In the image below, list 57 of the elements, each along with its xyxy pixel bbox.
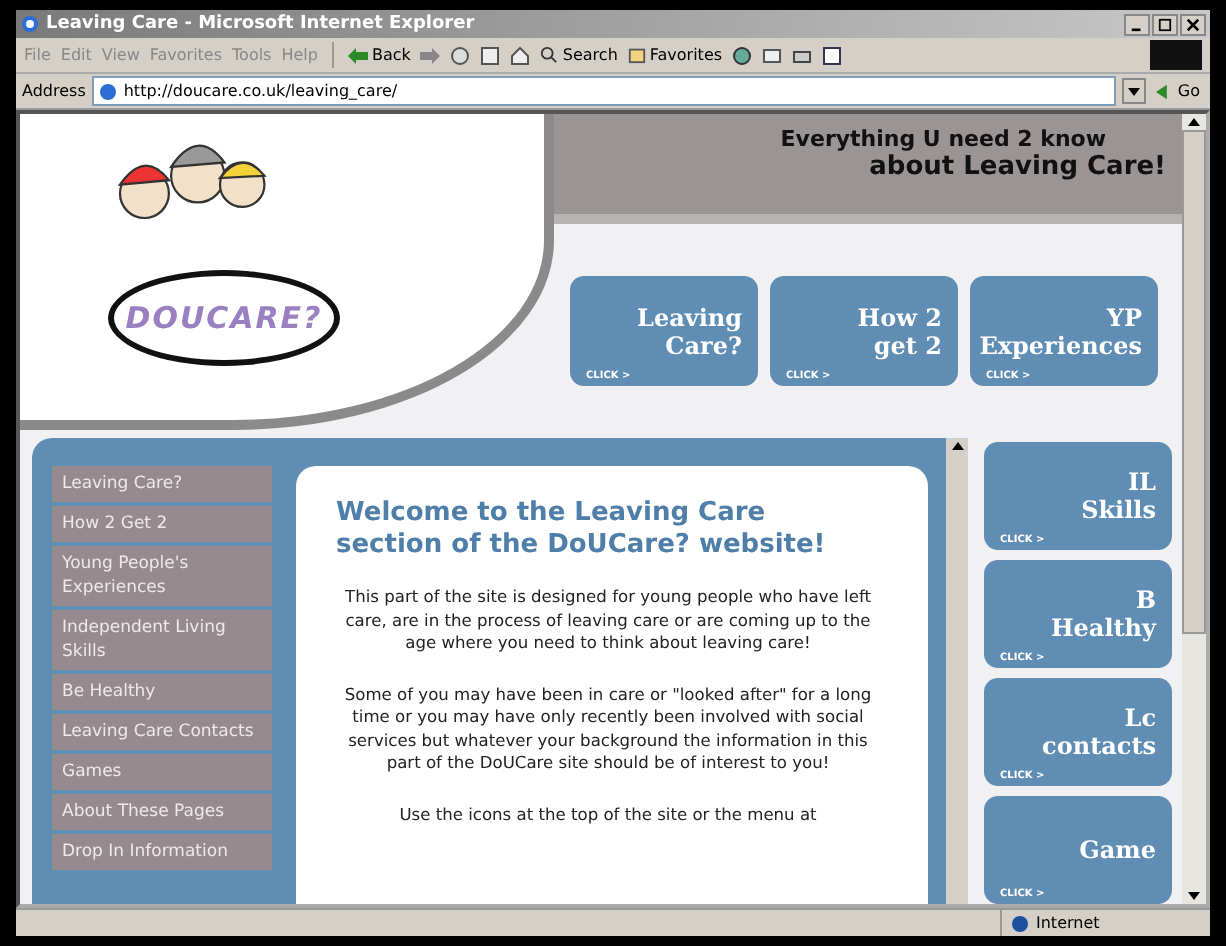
favorites-button[interactable]: Favorites: [627, 46, 723, 64]
caret-icon: [1127, 87, 1140, 95]
slogan-text: about Leaving Care!: [869, 152, 1166, 182]
print-icon[interactable]: [792, 45, 813, 65]
zone-label: Internet: [1036, 914, 1100, 932]
body-paragraph: Some of you may have been in care or "looked after" for a long time or you may have only recently been involved with social services but whatever your background the information in this part of the DoUCare site should be of interest to you!: [342, 683, 874, 775]
stop-icon[interactable]: [450, 45, 471, 65]
sidebar-item[interactable]: Independent Living Skills: [52, 610, 272, 670]
body-paragraph: This part of the site is designed for young people who have left care, are in the process of leaving care or are coming up to the age where you need to think about leaving care!: [343, 586, 873, 655]
go-button[interactable]: Go: [1151, 82, 1204, 100]
scrollbar[interactable]: [946, 438, 968, 904]
scroll-up-icon[interactable]: [951, 442, 963, 450]
close-button[interactable]: [1180, 13, 1206, 35]
menu-item[interactable]: Edit: [60, 46, 92, 64]
search-button[interactable]: Search: [540, 46, 618, 64]
dropdown-button[interactable]: [1121, 78, 1146, 104]
home-icon[interactable]: [510, 45, 531, 65]
browser-logo-icon: [20, 14, 40, 34]
window-title: Leaving Care - Microsoft Internet Explorer: [46, 14, 477, 34]
document-icon[interactable]: [822, 45, 843, 65]
welcome-heading: Welcome to the Leaving Care section of the DoUCare? website!: [336, 498, 828, 562]
sidebar-item[interactable]: How 2 Get 2: [52, 506, 272, 542]
menu-item[interactable]: Favorites: [149, 46, 223, 64]
scroll-down-icon[interactable]: [1188, 892, 1200, 900]
scroll-up-icon[interactable]: [1188, 118, 1200, 126]
maximize-button[interactable]: [1152, 13, 1178, 35]
refresh-icon[interactable]: [480, 45, 501, 65]
search-icon: [540, 46, 559, 64]
url-text: http://doucare.co.uk/leaving_care/: [123, 82, 398, 100]
scrollbar[interactable]: [1182, 114, 1206, 904]
sidebar-item[interactable]: About These Pages: [52, 794, 272, 830]
minimize-button[interactable]: [1124, 13, 1150, 35]
menu-item[interactable]: Help: [281, 46, 318, 64]
address-label: Address: [22, 82, 86, 100]
history-icon[interactable]: [732, 45, 753, 65]
menu-item[interactable]: View: [101, 46, 140, 64]
back-arrow-icon: [347, 47, 368, 63]
globe-icon: [1010, 913, 1030, 933]
maximize-icon: [1158, 17, 1172, 31]
sidebar-item[interactable]: Leaving Care Contacts: [52, 714, 272, 750]
address-field[interactable]: http://doucare.co.uk/leaving_care/: [91, 76, 1116, 106]
slogan-text: Everything U need 2 know: [780, 126, 1106, 152]
menu-item[interactable]: File: [24, 46, 51, 64]
scrollbar-thumb[interactable]: [1182, 130, 1206, 634]
page-icon: [97, 81, 118, 101]
sidebar-item[interactable]: Games: [52, 754, 272, 790]
sidebar-item[interactable]: Be Healthy: [52, 674, 272, 710]
folder-icon: [627, 46, 646, 64]
sidebar-item[interactable]: Drop In Information: [52, 834, 272, 870]
close-icon: [1186, 17, 1200, 31]
back-button[interactable]: Back: [347, 46, 411, 64]
mail-icon[interactable]: [762, 45, 783, 65]
logo[interactable]: DOUCARE?: [108, 270, 340, 366]
menu-item[interactable]: Tools: [232, 46, 272, 64]
sidebar-item[interactable]: Leaving Care?: [52, 466, 272, 502]
sidebar-item[interactable]: Young People's Experiences: [52, 546, 272, 606]
body-paragraph: Use the icons at the top of the site or the menu at: [397, 803, 819, 826]
